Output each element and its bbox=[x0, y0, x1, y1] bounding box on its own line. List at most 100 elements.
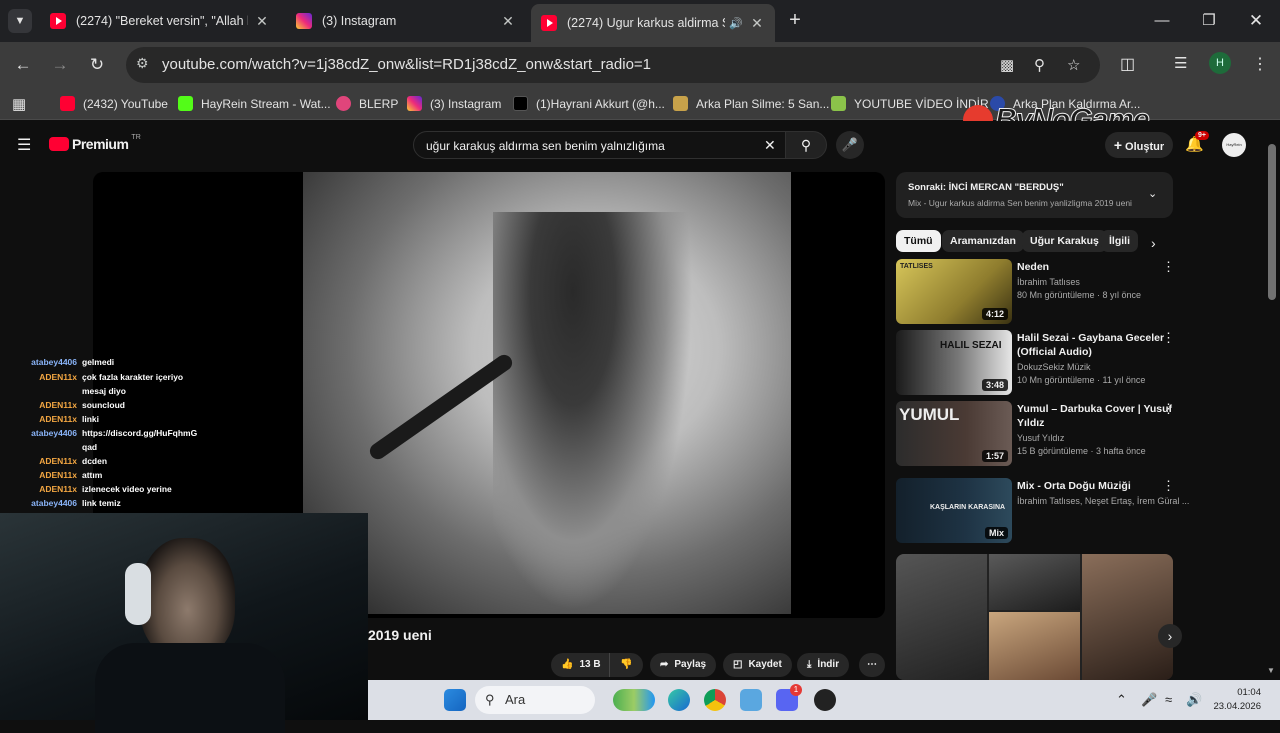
notifications-button[interactable]: 🔔 9+ bbox=[1185, 131, 1209, 153]
more-actions-button[interactable]: ⋯ bbox=[859, 653, 885, 677]
microphone-icon[interactable]: 🎤 bbox=[1141, 692, 1157, 708]
chip-all[interactable]: Tümü bbox=[896, 230, 941, 252]
tab-search-button[interactable]: ▼ bbox=[8, 9, 32, 33]
up-next-panel[interactable]: Sonraki: İNCİ MERCAN "BERDUŞ" Mix - Ugur… bbox=[896, 172, 1173, 218]
tab-title: (2274) Ugur karkus aldirma Se bbox=[567, 16, 726, 30]
menu-icon[interactable]: ⋮ bbox=[1252, 54, 1268, 74]
wifi-icon[interactable]: ≈ bbox=[1165, 692, 1172, 707]
search-button[interactable]: ⚲ bbox=[785, 131, 827, 159]
profile-avatar[interactable]: H bbox=[1209, 52, 1231, 74]
tab-youtube-active[interactable]: (2274) Ugur karkus aldirma Se 🔊 ✕ bbox=[531, 4, 775, 42]
obs-icon[interactable] bbox=[814, 689, 836, 711]
scroll-down-icon[interactable]: ▼ bbox=[1267, 666, 1275, 675]
page-scrollbar[interactable] bbox=[1268, 144, 1276, 300]
search-input[interactable]: uğur karakuş aldırma sen benim yalnızlığ… bbox=[413, 131, 787, 159]
chip-related[interactable]: İlgili bbox=[1101, 230, 1138, 252]
chip-ugur-karakus[interactable]: Uğur Karakuş bbox=[1022, 230, 1107, 252]
minimize-button[interactable]: — bbox=[1147, 8, 1177, 34]
stream-chat-overlay: atabey4406 gelmedi ADEN11x çok fazla karak… bbox=[0, 355, 200, 515]
chrome-icon[interactable] bbox=[704, 689, 726, 711]
apps-grid-icon[interactable]: ▦ bbox=[12, 95, 26, 113]
reload-button[interactable]: ↻ bbox=[84, 52, 110, 78]
voice-search-button[interactable]: 🎤 bbox=[836, 131, 864, 159]
back-button[interactable]: ← bbox=[10, 52, 36, 78]
snipping-tool-icon[interactable] bbox=[740, 689, 762, 711]
chat-user: atabey4406 bbox=[31, 428, 77, 438]
search-icon: ⚲ bbox=[485, 692, 495, 707]
more-vert-icon[interactable]: ⋮ bbox=[1162, 330, 1175, 346]
media-control-icon[interactable]: ☰ bbox=[1174, 54, 1187, 72]
mix-collage-thumbnail[interactable] bbox=[896, 554, 1173, 680]
recommendation-item[interactable]: KAŞLARIN KARASINA Mix Mix - Orta Doğu Mü… bbox=[896, 478, 1190, 544]
bookmark-blerp[interactable]: BLERP bbox=[336, 96, 398, 111]
taskbar-clock[interactable]: 01:04 23.04.2026 bbox=[1213, 686, 1261, 714]
chevron-down-icon[interactable]: ⌄ bbox=[1148, 187, 1157, 200]
close-icon[interactable]: ✕ bbox=[749, 15, 765, 32]
account-avatar[interactable]: HayRein bbox=[1222, 133, 1246, 157]
create-button[interactable]: + Oluştur bbox=[1105, 132, 1173, 158]
collage-next-button[interactable]: › bbox=[1158, 624, 1182, 648]
chip-from-search[interactable]: Aramanızdan bbox=[942, 230, 1024, 252]
close-icon[interactable]: ✕ bbox=[500, 13, 516, 30]
duration-badge: Mix bbox=[984, 527, 1008, 539]
address-bar[interactable]: ⚙ youtube.com/watch?v=1j38cdZ_onw&list=R… bbox=[126, 47, 1100, 83]
zoom-icon[interactable]: ⚲ bbox=[1034, 56, 1045, 74]
recommendation-item[interactable]: TATLISES 4:12 Neden İbrahim Tatlıses 80 … bbox=[896, 259, 1186, 325]
forward-button[interactable]: → bbox=[47, 52, 73, 78]
bookmark-tiktok[interactable]: (1)Hayrani Akkurt (@h... bbox=[513, 96, 665, 111]
video-thumbnail[interactable]: YUMUL 1:57 bbox=[896, 401, 1012, 466]
discord-icon[interactable]: 1 bbox=[776, 684, 802, 711]
hamburger-menu-icon[interactable]: ☰ bbox=[17, 135, 31, 155]
volume-icon[interactable]: 🔊 bbox=[1186, 692, 1202, 708]
recommendation-item[interactable]: HALIL SEZAI 3:48 Halil Sezai - Gaybana G… bbox=[896, 330, 1186, 396]
youtube-play-icon bbox=[49, 137, 69, 151]
restore-button[interactable]: ❐ bbox=[1194, 8, 1224, 34]
tab-youtube-1[interactable]: (2274) "Bereket versin", "Allah kaza ✕ bbox=[40, 6, 280, 36]
close-icon[interactable]: ✕ bbox=[254, 13, 270, 30]
bookmark-youtube[interactable]: (2432) YouTube bbox=[60, 96, 168, 111]
taskbar-search-input[interactable]: ⚲ Ara bbox=[475, 686, 595, 714]
site-info-icon[interactable]: ⚙ bbox=[136, 55, 149, 72]
clear-search-icon[interactable]: ✕ bbox=[764, 137, 776, 154]
video-thumbnail[interactable]: KAŞLARIN KARASINA Mix bbox=[896, 478, 1012, 543]
dislike-button[interactable]: 👎 bbox=[609, 653, 643, 677]
recommendation-item[interactable]: YUMUL 1:57 Yumul – Darbuka Cover | Yusuf… bbox=[896, 401, 1186, 467]
widget-island-icon[interactable] bbox=[613, 689, 655, 711]
recommendation-title: Mix - Orta Doğu Müziği bbox=[1017, 480, 1131, 492]
video-thumbnail[interactable]: HALIL SEZAI 3:48 bbox=[896, 330, 1012, 395]
youtube-logo[interactable]: Premium TR bbox=[49, 134, 141, 152]
share-button[interactable]: ➦ Paylaş bbox=[650, 653, 717, 677]
save-button[interactable]: ◰ Kaydet bbox=[723, 653, 792, 677]
bookmark-label: (1)Hayrani Akkurt (@h... bbox=[536, 96, 665, 111]
chat-text: linki bbox=[82, 414, 100, 424]
install-app-icon[interactable]: ▩ bbox=[1000, 56, 1014, 74]
bookmark-instagram[interactable]: (3) Instagram bbox=[407, 96, 501, 111]
like-button[interactable]: 👍 13 B bbox=[551, 653, 609, 677]
video-thumbnail[interactable]: TATLISES 4:12 bbox=[896, 259, 1012, 324]
bookmark-label: HayRein Stream - Wat... bbox=[201, 96, 331, 111]
chevron-up-icon[interactable]: ⌃ bbox=[1116, 692, 1127, 708]
recommendation-title: Neden bbox=[1017, 261, 1050, 273]
bookmark-kick[interactable]: HayRein Stream - Wat... bbox=[178, 96, 331, 111]
speaker-icon[interactable]: 🔊 bbox=[729, 17, 743, 30]
windows-start-icon[interactable] bbox=[444, 689, 466, 711]
bookmark-star-icon[interactable]: ☆ bbox=[1067, 56, 1080, 74]
thumbs-up-icon: 👍 bbox=[561, 659, 574, 670]
new-tab-button[interactable]: + bbox=[784, 9, 806, 31]
tab-instagram[interactable]: (3) Instagram ✕ bbox=[286, 6, 526, 36]
channel-name: İbrahim Tatlıses, Neşet Ertaş, İrem Güra… bbox=[1017, 496, 1190, 506]
download-arrow-icon bbox=[831, 96, 846, 111]
chat-user: ADEN11x bbox=[39, 470, 77, 480]
chat-text: https://discord.gg/HuFqhmGqad bbox=[82, 428, 198, 452]
extensions-icon[interactable]: ◫ bbox=[1120, 54, 1135, 74]
more-vert-icon[interactable]: ⋮ bbox=[1162, 478, 1175, 494]
download-button[interactable]: ⤓ İndir bbox=[797, 653, 850, 677]
chevron-right-icon[interactable]: › bbox=[1151, 235, 1156, 251]
edge-icon[interactable] bbox=[668, 689, 690, 711]
chat-text: çok fazla karakter içeriyo mesaj diyo bbox=[82, 372, 184, 396]
more-vert-icon[interactable]: ⋮ bbox=[1162, 259, 1175, 275]
thumbs-down-icon: 👎 bbox=[620, 659, 633, 670]
window-close-button[interactable]: ✕ bbox=[1241, 8, 1271, 34]
bookmark-arka-plan[interactable]: Arka Plan Silme: 5 San... bbox=[673, 96, 829, 111]
more-vert-icon[interactable]: ⋮ bbox=[1162, 401, 1175, 417]
